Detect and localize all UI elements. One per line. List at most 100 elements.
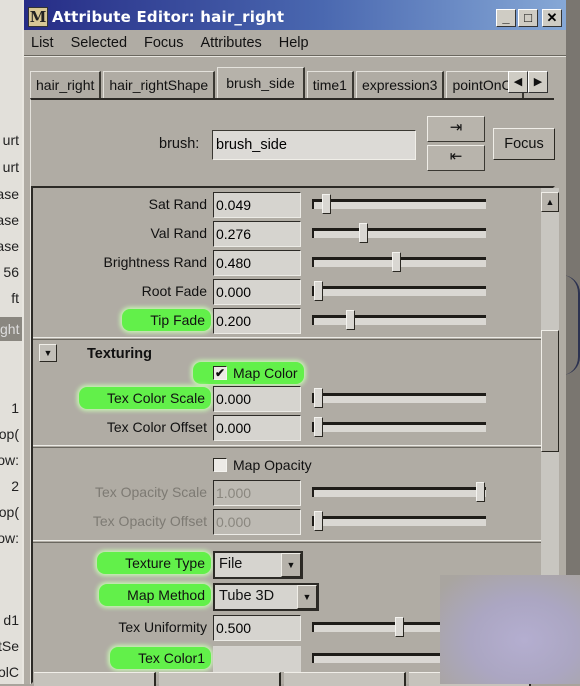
menu-bar: List Selected Focus Attributes Help [24, 30, 566, 56]
menu-selected[interactable]: Selected [71, 35, 127, 51]
sat-rand-slider[interactable] [312, 194, 486, 214]
tex-color-scale-field[interactable] [213, 386, 301, 412]
map-opacity-row: Map Opacity [33, 454, 541, 480]
tex-color1-swatch[interactable] [213, 646, 301, 672]
attr-row-brightness-rand: Brightness Rand [33, 250, 541, 276]
node-name-input[interactable] [212, 130, 416, 160]
window-title: Attribute Editor: hair_right [52, 8, 285, 26]
root-fade-field[interactable] [213, 279, 301, 305]
tex-opacity-scale-slider [312, 482, 486, 502]
tex-color-scale-slider[interactable] [312, 388, 486, 408]
attr-label-highlighted: Texture Type [97, 552, 211, 574]
brightness-rand-field[interactable] [213, 250, 301, 276]
chevron-down-icon[interactable]: ▼ [297, 585, 317, 609]
slider-track [312, 315, 486, 325]
attr-label: Tex Uniformity [118, 619, 207, 635]
slider-thumb [476, 482, 485, 502]
input-connection-icon: ⇥ [449, 119, 463, 136]
map-color-row: ✔ Map Color [33, 362, 541, 388]
bg-list-item: 56 [3, 264, 19, 280]
tab-hair-right-shape[interactable]: hair_rightShape [103, 71, 216, 99]
tab-brush-side[interactable]: brush_side [217, 67, 305, 99]
slider-thumb[interactable] [314, 388, 323, 408]
bg-list-item: 2 [11, 478, 19, 494]
tex-uniformity-field[interactable] [213, 615, 301, 641]
slider-thumb[interactable] [321, 194, 331, 214]
attr-label: Root Fade [141, 283, 207, 299]
tex-opacity-offset-field [213, 509, 301, 535]
scroll-up-icon[interactable]: ▲ [541, 192, 559, 212]
tex-color-offset-field[interactable] [213, 415, 301, 441]
section-divider [33, 540, 541, 543]
tab-hair-right[interactable]: hair_right [30, 71, 102, 99]
bg-list-item: ase [0, 238, 19, 254]
title-bar[interactable]: M Attribute Editor: hair_right _ □ ✕ [24, 0, 566, 30]
output-connection-icon: ⇤ [449, 148, 463, 165]
bg-list-item: tSe [0, 638, 19, 654]
map-opacity-checkbox-group[interactable]: Map Opacity [213, 454, 312, 476]
menu-focus[interactable]: Focus [144, 35, 184, 51]
slider-thumb[interactable] [395, 617, 404, 637]
root-fade-slider[interactable] [312, 281, 486, 301]
slider-thumb[interactable] [358, 223, 368, 243]
attr-row-tip-fade: Tip Fade [33, 308, 541, 334]
texture-type-dropdown[interactable]: File ▼ [213, 551, 303, 579]
bg-list-item-selected: ght [0, 317, 22, 341]
maya-icon: M [28, 7, 48, 27]
attr-label: Brightness Rand [103, 254, 207, 270]
input-connections-button[interactable]: ⇥ [427, 116, 485, 142]
tex-opacity-scale-field [213, 480, 301, 506]
map-opacity-checkbox[interactable] [213, 458, 227, 472]
map-method-value: Tube 3D [219, 588, 275, 604]
slider-thumb[interactable] [314, 417, 323, 437]
background-overlay [440, 575, 580, 684]
map-color-checkbox-group[interactable]: ✔ Map Color [193, 362, 304, 384]
brightness-rand-slider[interactable] [312, 252, 486, 272]
slider-track [312, 422, 486, 432]
bg-list-item: urt [2, 159, 19, 175]
bg-list-item: 1 [11, 400, 19, 416]
bg-list-item: d1 [3, 612, 19, 628]
sat-rand-field[interactable] [213, 192, 301, 218]
menu-attributes[interactable]: Attributes [201, 35, 262, 51]
bg-list-item: op( [0, 426, 19, 442]
map-color-checkbox[interactable]: ✔ [213, 366, 227, 380]
tab-expression3[interactable]: expression3 [355, 71, 445, 99]
attr-label-disabled: Tex Opacity Scale [94, 484, 207, 500]
map-opacity-label: Map Opacity [233, 457, 312, 473]
menu-help[interactable]: Help [279, 35, 309, 51]
menu-list[interactable]: List [31, 35, 54, 51]
tab-time1[interactable]: time1 [306, 71, 354, 99]
slider-track [312, 199, 486, 209]
chevron-down-icon[interactable]: ▼ [281, 553, 301, 577]
maximize-button[interactable]: □ [518, 9, 538, 27]
slider-track [312, 228, 486, 238]
bg-list-item: ow: [0, 452, 19, 468]
attr-row-root-fade: Root Fade [33, 279, 541, 305]
attr-row-tex-opacity-scale: Tex Opacity Scale [33, 480, 541, 506]
val-rand-field[interactable] [213, 221, 301, 247]
attr-label: Tex Color Offset [106, 419, 207, 435]
minimize-button[interactable]: _ [496, 9, 516, 27]
attr-row-sat-rand: Sat Rand [33, 192, 541, 218]
scrollbar-thumb[interactable] [541, 330, 559, 452]
tex-color-offset-slider[interactable] [312, 417, 486, 437]
map-method-dropdown[interactable]: Tube 3D ▼ [213, 583, 319, 611]
texture-type-value: File [219, 556, 243, 572]
close-button[interactable]: ✕ [542, 9, 562, 27]
slider-thumb[interactable] [391, 252, 401, 272]
bg-list-item: urt [2, 132, 19, 148]
output-connections-button[interactable]: ⇤ [427, 145, 485, 171]
slider-thumb[interactable] [314, 281, 323, 301]
tab-scroll-right-icon[interactable]: ▶ [528, 71, 548, 93]
node-name-label: brush: [159, 136, 200, 152]
tab-scroll-left-icon[interactable]: ◀ [508, 71, 528, 93]
node-tabs: hair_right hair_rightShape brush_side ti… [24, 57, 566, 99]
attr-label: Sat Rand [148, 196, 207, 212]
val-rand-slider[interactable] [312, 223, 486, 243]
collapse-toggle-icon[interactable]: ▼ [39, 344, 57, 362]
tip-fade-slider[interactable] [312, 310, 486, 330]
focus-button[interactable]: Focus [493, 128, 555, 160]
slider-thumb[interactable] [346, 310, 356, 330]
tip-fade-field[interactable] [213, 308, 301, 334]
